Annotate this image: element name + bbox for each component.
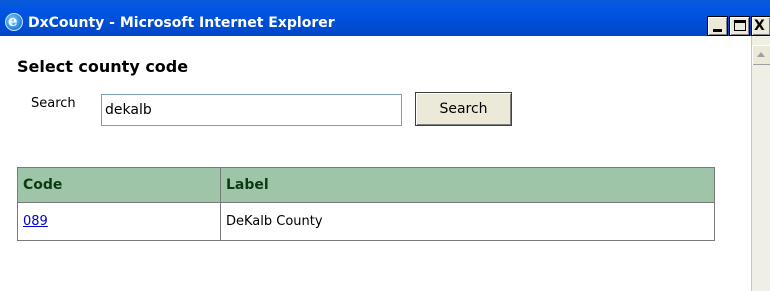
column-header-code: Code — [17, 167, 221, 203]
search-input[interactable] — [101, 94, 402, 126]
minimize-button[interactable] — [707, 16, 728, 36]
scroll-up-button[interactable] — [752, 45, 770, 65]
browser-window: e DxCounty - Microsoft Internet Explorer… — [0, 0, 770, 291]
window-title: DxCounty - Microsoft Internet Explorer — [28, 15, 335, 31]
maximize-button[interactable] — [729, 16, 750, 36]
results-table: Code Label 089 DeKalb County — [17, 167, 715, 241]
maximize-icon — [734, 20, 746, 31]
code-cell: 089 — [17, 202, 221, 241]
vertical-scrollbar[interactable] — [751, 36, 770, 291]
page-content: Select county code Search Search Code La… — [0, 36, 751, 291]
search-label: Search — [31, 96, 76, 111]
code-link[interactable]: 089 — [23, 214, 48, 229]
title-bar: e DxCounty - Microsoft Internet Explorer… — [0, 0, 770, 36]
table-header-row: Code Label — [17, 167, 715, 203]
label-cell: DeKalb County — [220, 202, 715, 241]
table-row: 089 DeKalb County — [17, 202, 715, 241]
minimize-icon — [713, 29, 722, 32]
ie-icon: e — [5, 12, 23, 31]
close-icon: X — [754, 18, 765, 34]
close-button[interactable]: X — [751, 16, 770, 36]
column-header-label: Label — [220, 167, 715, 203]
page-title: Select county code — [17, 57, 189, 76]
search-button[interactable]: Search — [415, 92, 512, 126]
arrow-up-icon — [757, 52, 765, 57]
